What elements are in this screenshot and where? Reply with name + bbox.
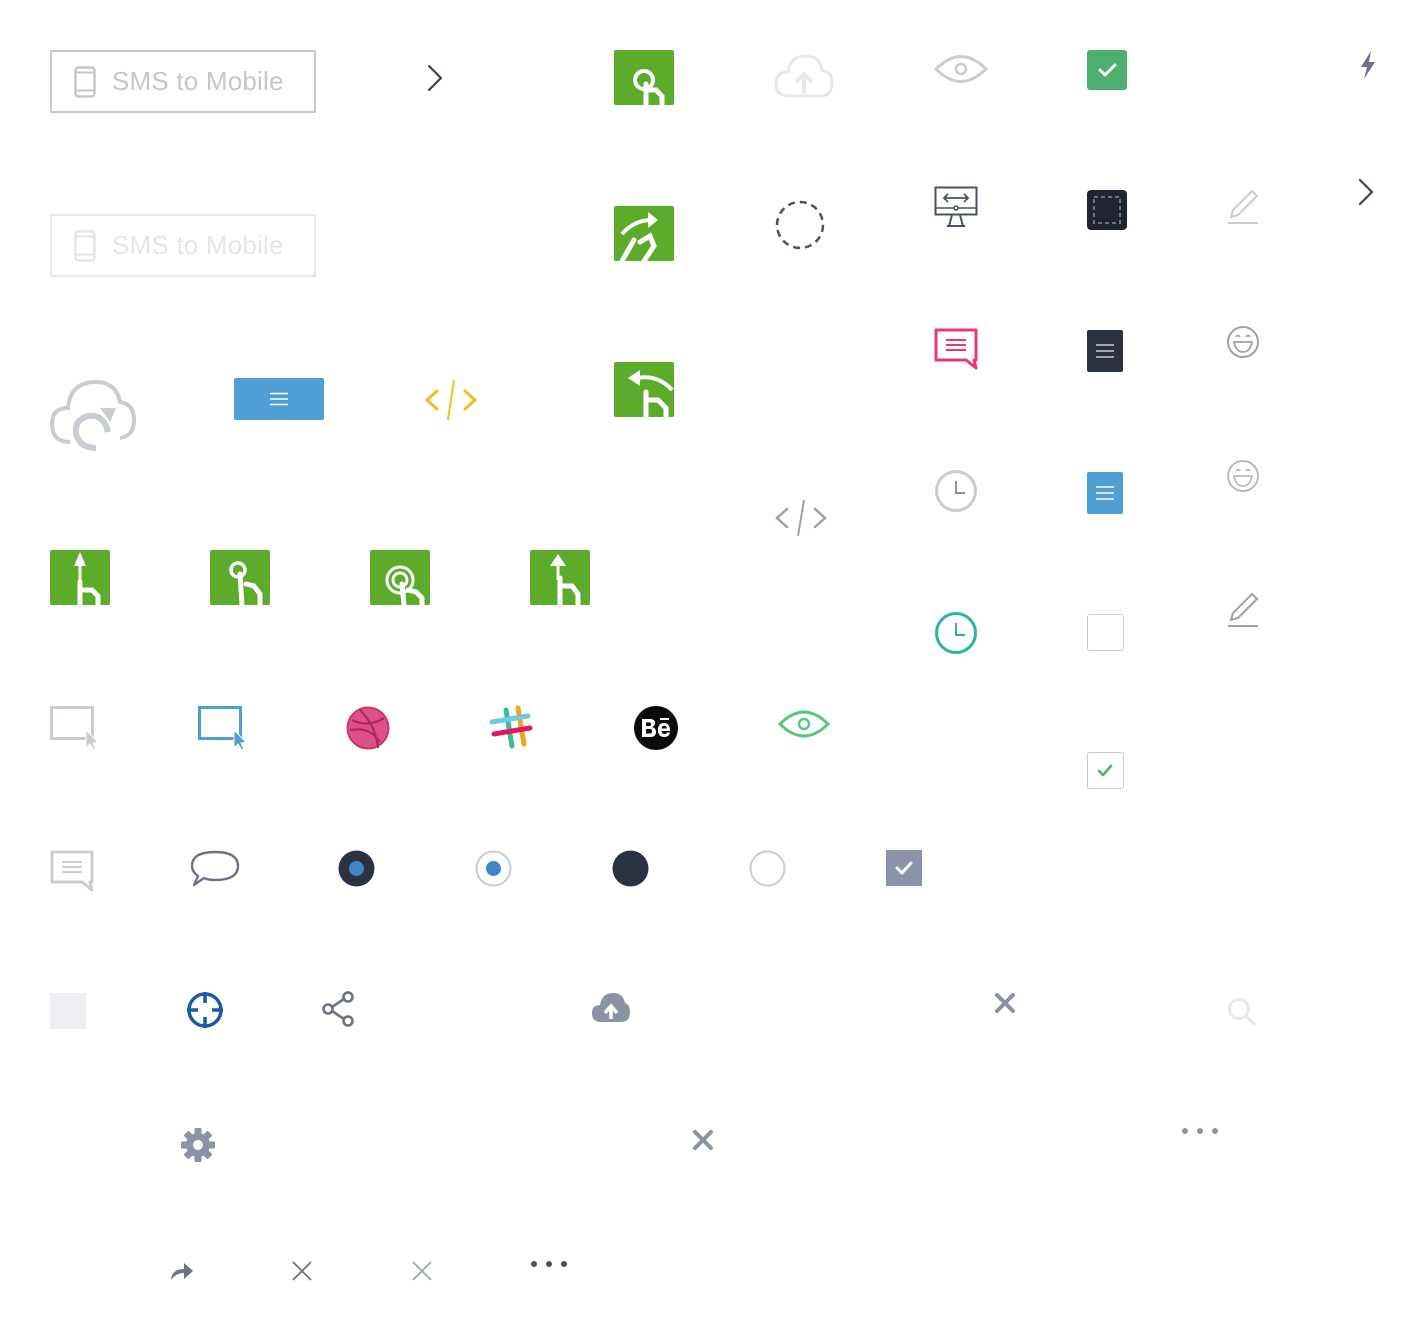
sms-button-label: SMS to Mobile	[112, 230, 284, 260]
crosshair-icon[interactable]	[186, 991, 224, 1029]
sms-button-label: SMS to Mobile	[112, 66, 284, 96]
code-icon	[774, 496, 828, 540]
document-blue-icon	[1087, 472, 1123, 514]
chevron-right-icon[interactable]	[1357, 178, 1375, 206]
cursor-window-blue-icon[interactable]	[198, 706, 248, 751]
forward-arrow-icon[interactable]	[169, 1260, 195, 1282]
cloud-refresh-icon	[49, 378, 137, 452]
cloud-upload-outline-icon	[774, 50, 834, 98]
smiley-light-icon	[1226, 459, 1260, 493]
double-tap-gesture-icon	[370, 550, 430, 605]
gear-icon[interactable]	[180, 1127, 216, 1163]
radio-selected-light-icon[interactable]	[475, 850, 512, 887]
close-thin-icon[interactable]	[291, 1260, 313, 1282]
cursor-window-gray-icon[interactable]	[50, 706, 100, 751]
radio-selected-dark-icon[interactable]	[338, 850, 375, 887]
search-icon[interactable]	[1227, 997, 1257, 1027]
mobile-phone-icon	[74, 229, 96, 262]
clock-icon	[934, 469, 978, 513]
sms-to-mobile-button-disabled[interactable]: SMS to Mobile	[50, 214, 316, 277]
pencil-gray-icon	[1226, 591, 1260, 629]
menu-button[interactable]	[234, 378, 324, 420]
dashed-square-dark-icon	[1087, 190, 1127, 230]
chat-bubble-icon[interactable]	[190, 850, 240, 888]
checkbox-checked-gray-icon[interactable]	[886, 850, 922, 886]
comment-gray-icon	[50, 850, 94, 892]
eye-icon	[933, 50, 989, 88]
more-dots-icon[interactable]	[1181, 1126, 1219, 1136]
chevron-right-icon[interactable]	[426, 64, 444, 92]
share-icon[interactable]	[321, 991, 359, 1027]
dashed-circle-icon	[775, 200, 825, 250]
radio-dark-icon[interactable]	[612, 850, 649, 887]
flick-up-gesture-icon	[530, 550, 590, 605]
monitor-resize-icon	[934, 186, 978, 228]
code-yellow-icon	[424, 378, 478, 422]
swipe-right-gesture-icon	[614, 206, 674, 261]
menu-icon	[270, 392, 288, 406]
close-icon[interactable]	[692, 1129, 714, 1151]
lightning-icon	[1357, 50, 1379, 80]
checkbox-empty-icon[interactable]	[1087, 614, 1124, 651]
close-icon[interactable]	[994, 992, 1016, 1014]
dribbble-icon[interactable]	[346, 706, 390, 750]
pencil-icon	[1226, 188, 1260, 226]
checkbox-checked-outline-icon[interactable]	[1087, 752, 1124, 789]
radio-empty-icon[interactable]	[749, 850, 786, 887]
more-dots-dark-icon[interactable]	[530, 1259, 568, 1269]
swipe-up-gesture-icon	[50, 550, 110, 605]
document-dark-icon	[1087, 330, 1123, 372]
slack-icon[interactable]	[489, 705, 534, 750]
eye-green-icon	[777, 706, 831, 742]
comment-pink-icon	[934, 328, 978, 370]
close-thin-light-icon[interactable]	[411, 1260, 433, 1282]
square-placeholder-icon	[50, 993, 86, 1029]
cloud-upload-filled-icon[interactable]	[591, 991, 631, 1023]
sms-to-mobile-button[interactable]: SMS to Mobile	[50, 50, 316, 113]
smiley-icon	[1226, 325, 1260, 359]
checkbox-checked-green-icon[interactable]	[1087, 50, 1127, 90]
clock-teal-icon	[934, 611, 978, 655]
behance-icon[interactable]	[634, 706, 678, 750]
tap-gesture-icon	[614, 50, 674, 105]
tap-once-gesture-icon	[210, 550, 270, 605]
mobile-phone-icon	[74, 65, 96, 98]
swipe-left-gesture-icon	[614, 362, 674, 417]
